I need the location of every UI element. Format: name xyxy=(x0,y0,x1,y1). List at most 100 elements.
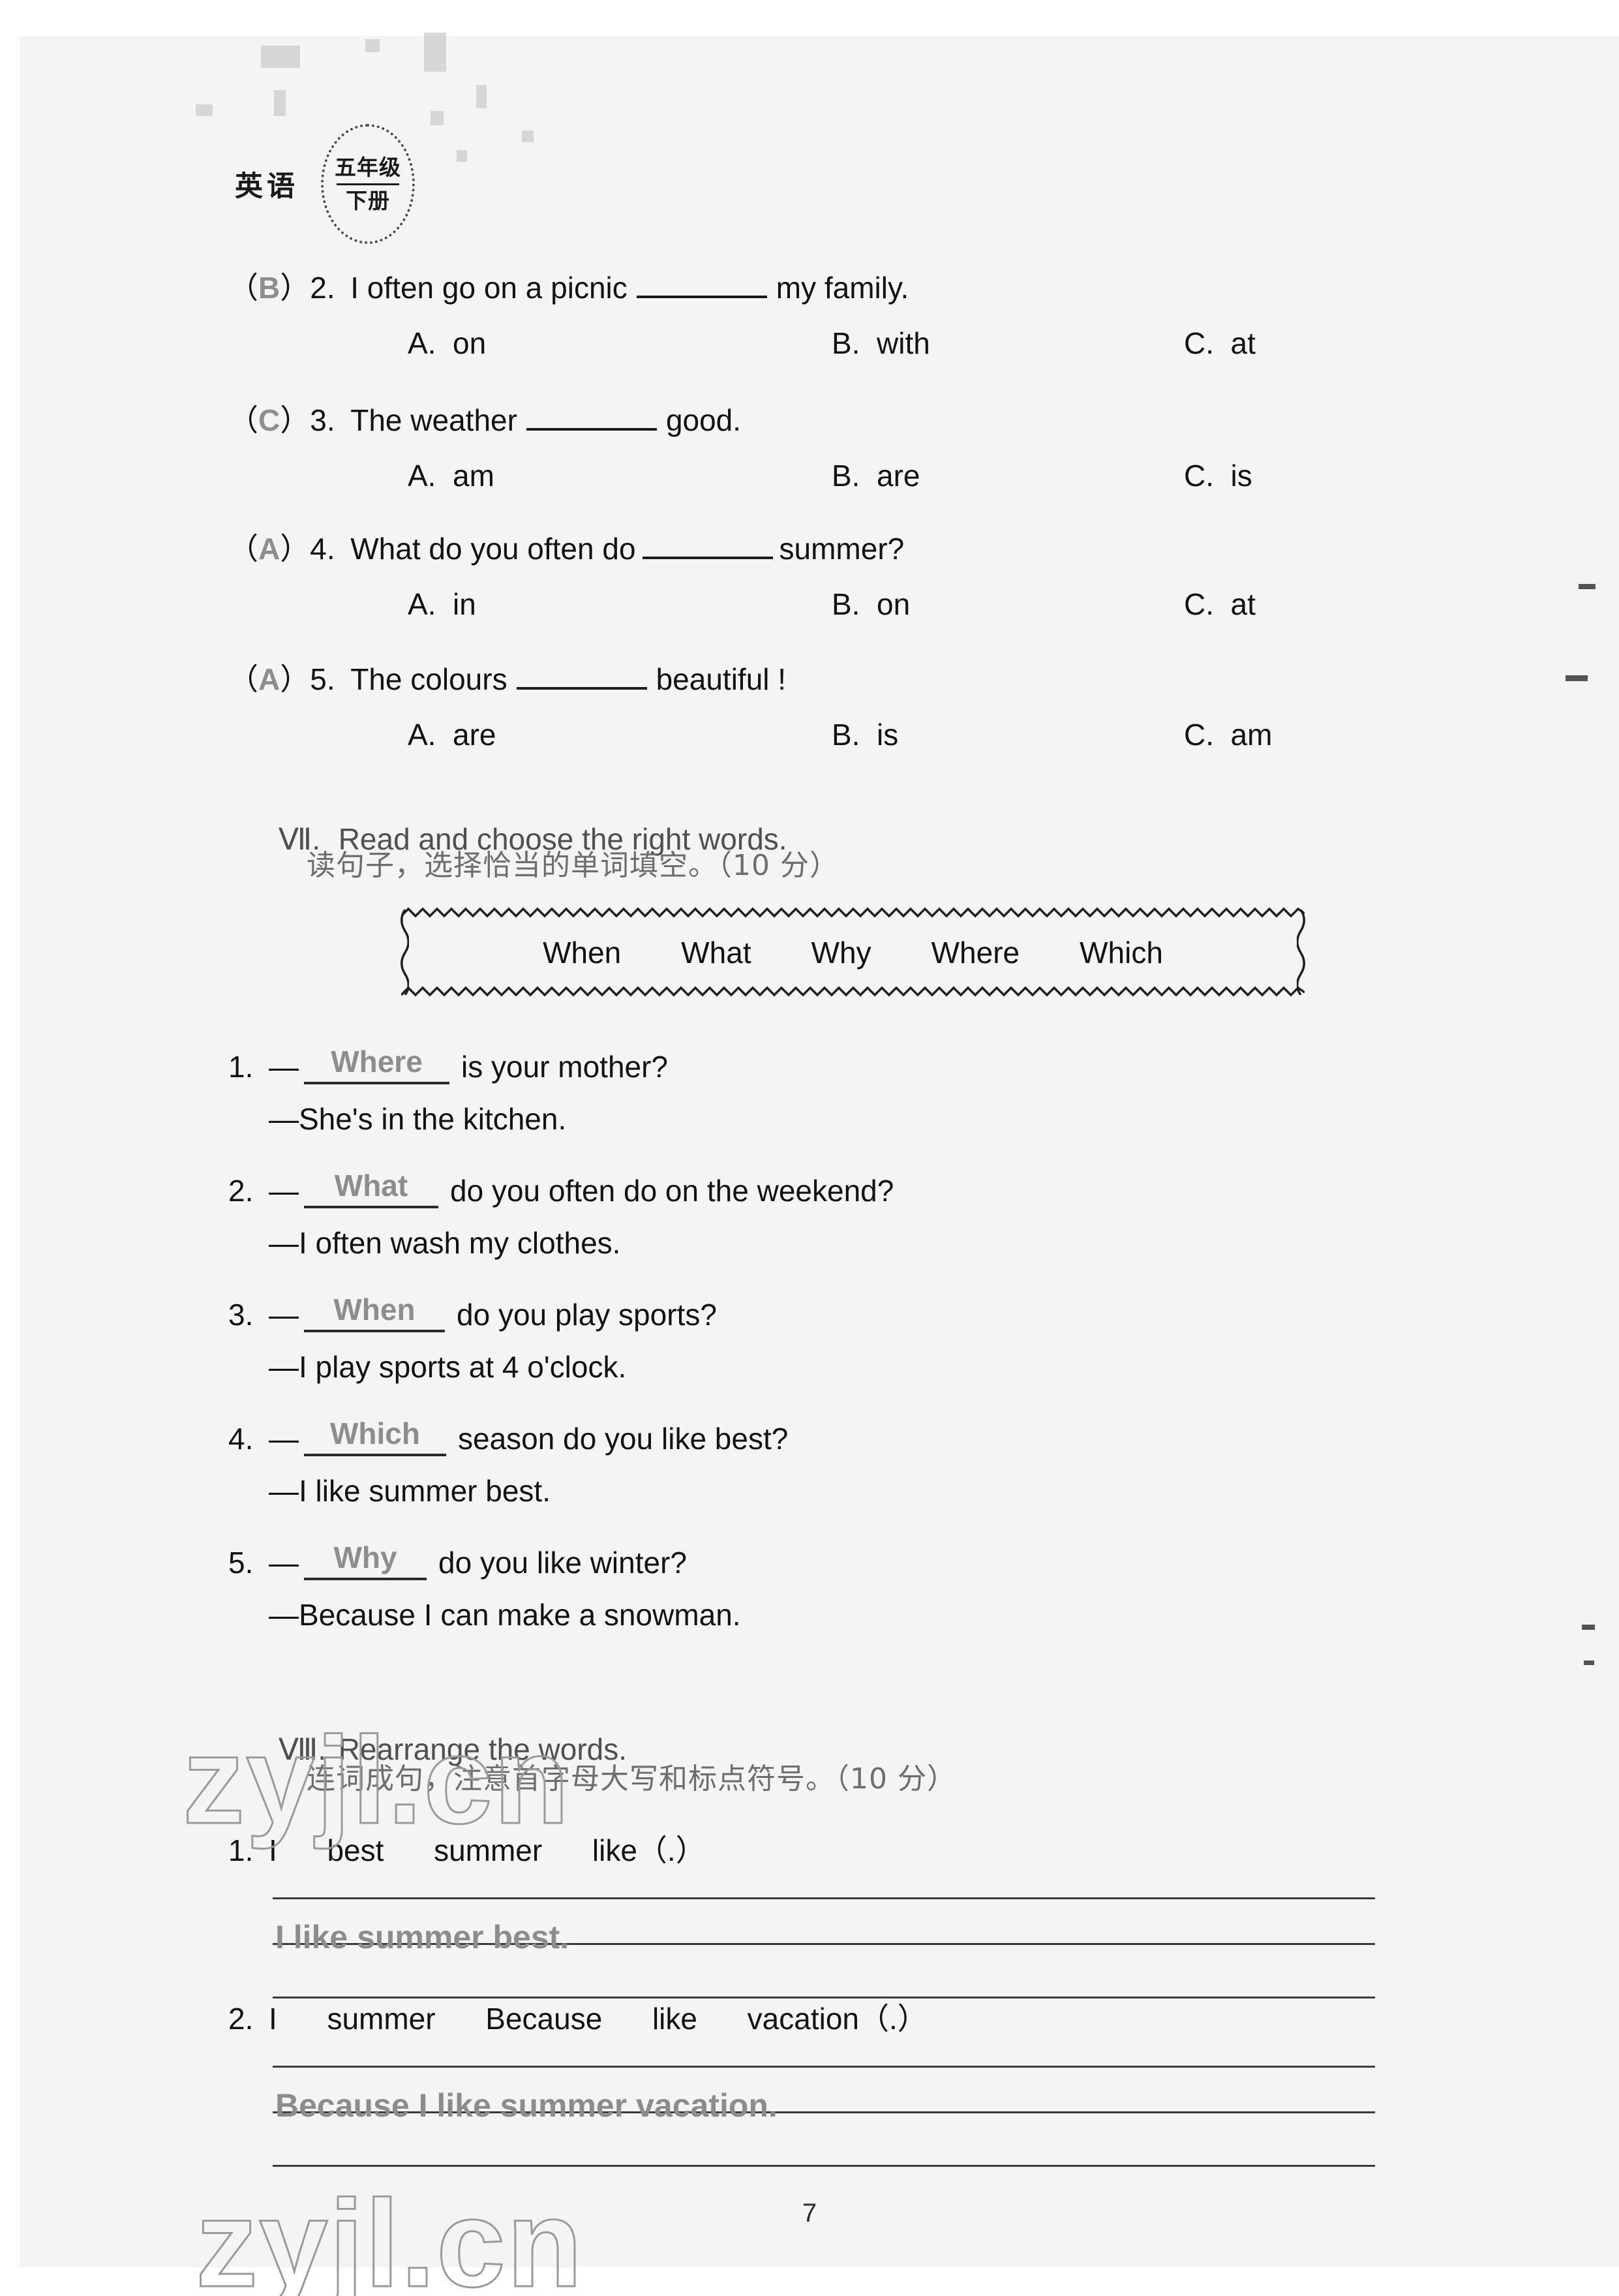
mc-option-c[interactable]: C. at xyxy=(1184,587,1256,622)
mc-question-2: （B） 2. I often go on a picnic my family.… xyxy=(228,264,1533,371)
item-number: 3. xyxy=(228,1298,254,1332)
mc-answer-letter: B xyxy=(258,271,280,305)
mc-blank[interactable] xyxy=(516,661,647,690)
fill-blank-question: 3. — When do you play sports? xyxy=(228,1292,1468,1332)
mc-text-after: my family. xyxy=(776,271,909,305)
mc-answer-letter: A xyxy=(258,532,280,566)
mc-number: 2. xyxy=(310,271,335,305)
question-text: is your mother? xyxy=(461,1050,669,1084)
word-bank-option-why[interactable]: Why xyxy=(811,935,871,970)
dialogue-response: —I like summer best. xyxy=(269,1474,551,1508)
item-number: 2. xyxy=(228,2002,254,2036)
mc-option-a[interactable]: A. are xyxy=(408,717,496,752)
grade-seal: 五年级 下册 xyxy=(321,124,415,244)
item-number: 4. xyxy=(228,1422,254,1456)
fill-blank-answer[interactable]: What xyxy=(304,1168,438,1208)
writing-line xyxy=(273,1897,1375,1899)
fill-blank-answer[interactable]: When xyxy=(304,1292,445,1332)
word-bank-option-which[interactable]: Which xyxy=(1080,935,1163,970)
mc-answer-letter: C xyxy=(258,403,280,437)
mc-number: 5. xyxy=(310,662,335,696)
mc-option-b[interactable]: B. with xyxy=(832,326,930,361)
wavy-border-right xyxy=(1297,910,1305,995)
mc-question-3: （C） 3. The weather good. A. am B. are C.… xyxy=(228,397,1533,504)
mc-answer-box[interactable]: （A） xyxy=(228,525,310,568)
fill-blank-item-3: 3. — When do you play sports? —I play sp… xyxy=(228,1292,1468,1385)
fill-blank-question: 4. — Which season do you like best? xyxy=(228,1416,1468,1456)
section-viii-instruction-cn: 连词成句，注意首字母大写和标点符号。（10 分） xyxy=(307,1762,956,1796)
scrambled-words: I best summer like（.） xyxy=(269,1833,706,1867)
subject-label: 英语 xyxy=(235,170,299,203)
fill-blank-item-2: 2. — What do you often do on the weekend… xyxy=(228,1168,1468,1261)
mc-number: 4. xyxy=(310,532,335,566)
writing-line xyxy=(273,2066,1375,2068)
fill-blank-item-1: 1. — Where is your mother? —She's in the… xyxy=(228,1044,1468,1137)
wavy-border-left xyxy=(401,910,409,995)
mc-option-c[interactable]: C. am xyxy=(1184,717,1272,752)
mc-blank[interactable] xyxy=(636,269,767,298)
mc-option-c[interactable]: C. is xyxy=(1184,458,1252,493)
rearrange-item-1: 1. I best summer like（.） I like summer be… xyxy=(228,1827,1468,2011)
mc-option-b[interactable]: B. are xyxy=(832,458,920,493)
seal-divider xyxy=(337,183,399,185)
mc-option-a[interactable]: A. in xyxy=(408,587,476,622)
mc-text-before: I often go on a picnic xyxy=(350,271,628,305)
rearrange-answer: I like summer best. xyxy=(275,1919,569,1955)
writing-line xyxy=(273,2165,1375,2167)
mc-text-before: The colours xyxy=(350,662,507,696)
fill-blank-question: 5. — Why do you like winter? xyxy=(228,1540,1468,1580)
word-bank-option-what[interactable]: What xyxy=(681,935,751,970)
mc-answer-box[interactable]: （C） xyxy=(228,397,310,440)
fill-blank-answer[interactable]: Where xyxy=(304,1044,449,1084)
mc-question-4: （A） 4. What do you often do summer? A. i… xyxy=(228,525,1533,632)
mc-options: A. in B. on C. at xyxy=(228,587,1533,632)
mc-question-5: （A） 5. The colours beautiful ! A. are B.… xyxy=(228,656,1533,763)
fill-blank-question: 1. — Where is your mother? xyxy=(228,1044,1468,1084)
volume-label: 下册 xyxy=(346,187,390,213)
dialogue-dash: — xyxy=(269,1050,299,1084)
mc-option-b[interactable]: B. on xyxy=(832,587,910,622)
mc-options: A. am B. are C. is xyxy=(228,458,1533,504)
mc-text-after: summer? xyxy=(779,532,905,566)
question-text: do you like winter? xyxy=(438,1546,687,1580)
page-number: 7 xyxy=(802,2199,817,2227)
question-text: do you play sports? xyxy=(457,1298,717,1332)
mc-option-a[interactable]: A. am xyxy=(408,458,494,493)
worksheet-page: 英语 五年级 下册 （B） 2. I often go on a picnic … xyxy=(0,0,1619,2296)
site-watermark: zyjl.cn xyxy=(195,2174,584,2296)
mc-blank[interactable] xyxy=(526,402,657,431)
word-bank-box: When What Why Where Which xyxy=(401,907,1305,997)
word-bank-option-when[interactable]: When xyxy=(543,935,621,970)
mc-options: A. are B. is C. am xyxy=(228,717,1533,763)
fill-blank-answer[interactable]: Why xyxy=(304,1540,427,1580)
mc-option-a[interactable]: A. on xyxy=(408,326,486,361)
word-bank-words: When What Why Where Which xyxy=(543,935,1163,970)
mc-answer-box[interactable]: （A） xyxy=(228,656,310,699)
mc-blank[interactable] xyxy=(642,530,773,559)
grade-level-label: 五年级 xyxy=(335,154,401,180)
mc-text-after: good. xyxy=(665,403,742,437)
question-text: season do you like best? xyxy=(458,1422,789,1456)
section-vii-instruction-cn: 读句子，选择恰当的单词填空。（10 分） xyxy=(307,849,839,882)
mc-stem: （B） 2. I often go on a picnic my family. xyxy=(228,264,1533,307)
answer-lines[interactable]: I like summer best. xyxy=(228,1887,1468,2011)
question-text: do you often do on the weekend? xyxy=(450,1174,894,1208)
fill-blank-item-5: 5. — Why do you like winter? —Because I … xyxy=(228,1540,1468,1632)
zigzag-border-bottom xyxy=(401,986,1305,997)
word-bank-option-where[interactable]: Where xyxy=(931,935,1020,970)
fill-blank-item-4: 4. — Which season do you like best? —I l… xyxy=(228,1416,1468,1508)
dialogue-response: —I often wash my clothes. xyxy=(269,1226,621,1260)
item-number: 1. xyxy=(228,1833,254,1867)
mc-text-after: beautiful ! xyxy=(656,662,787,696)
mc-option-b[interactable]: B. is xyxy=(832,717,898,752)
dialogue-dash: — xyxy=(269,1174,299,1208)
fill-blank-answer[interactable]: Which xyxy=(304,1416,446,1456)
answer-lines[interactable]: Because I like summer vacation. xyxy=(228,2055,1468,2179)
mc-stem: （C） 3. The weather good. xyxy=(228,397,1533,440)
dialogue-response: —Because I can make a snowman. xyxy=(269,1598,741,1632)
zigzag-border-top xyxy=(401,907,1305,918)
page-header: 英语 五年级 下册 xyxy=(196,33,534,244)
mc-option-c[interactable]: C. at xyxy=(1184,326,1256,361)
mc-answer-box[interactable]: （B） xyxy=(228,264,310,307)
item-number: 5. xyxy=(228,1546,254,1580)
